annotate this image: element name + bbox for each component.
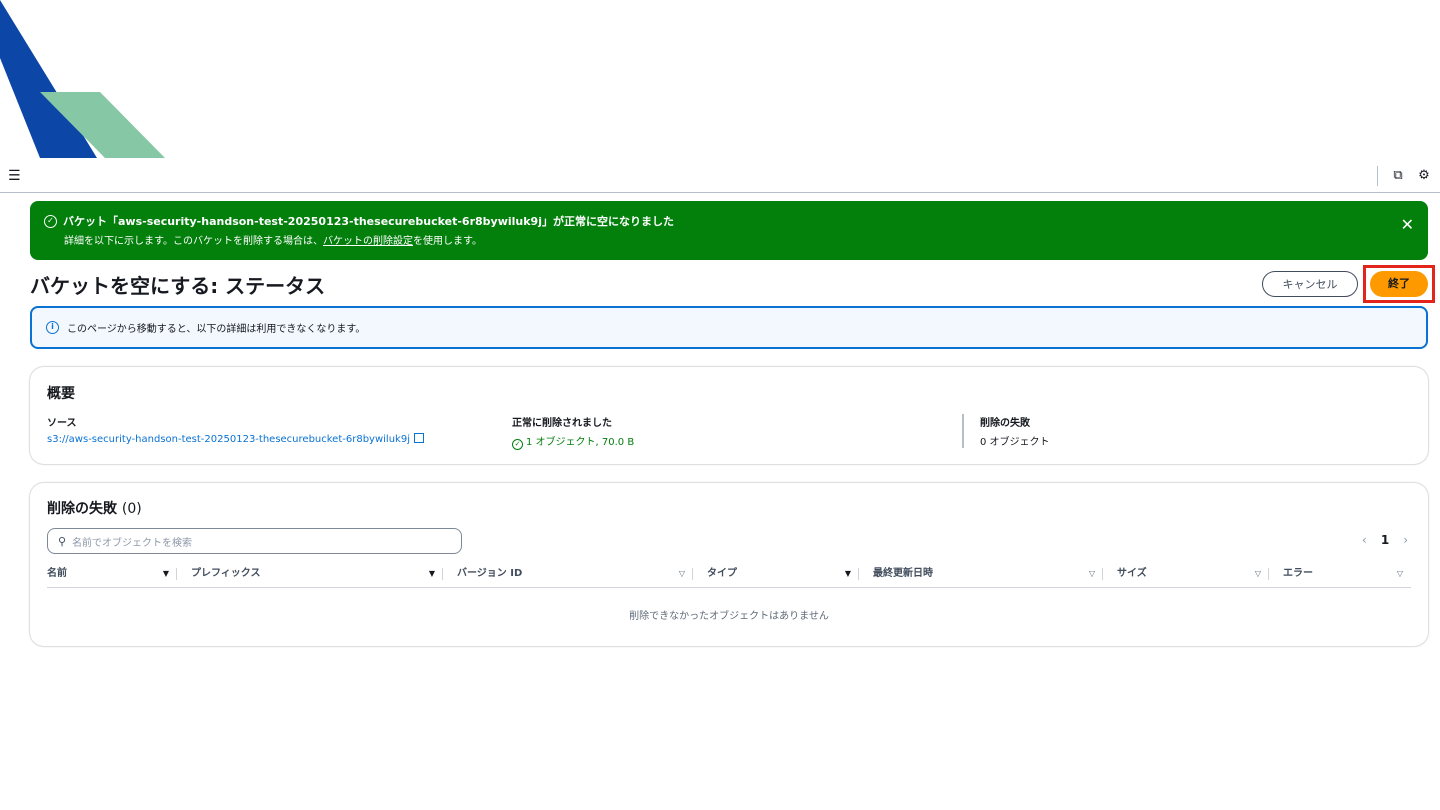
sort-down-icon[interactable]: ▼ — [845, 566, 851, 582]
flash-desc-prefix: 詳細を以下に示します。このバケットを削除する場合は、 — [64, 236, 323, 247]
failed-label: 削除の失敗 — [980, 418, 1030, 429]
column-label: 最終更新日時 — [873, 568, 933, 579]
close-icon[interactable]: ✕ — [1401, 217, 1414, 233]
source-label: ソース — [47, 418, 77, 429]
info-icon: i — [46, 321, 59, 334]
sort-icon[interactable]: ▽ — [1089, 566, 1095, 582]
source-value[interactable]: s3://aws-security-handson-test-20250123-… — [47, 434, 410, 445]
topbar-divider — [1377, 166, 1378, 186]
sort-icon[interactable]: ▽ — [1397, 566, 1403, 582]
brand-logo — [0, 0, 165, 158]
column-label: エラー — [1283, 568, 1313, 579]
top-navigation-bar: ☰ ⧉ ⚙ — [0, 160, 1440, 193]
external-link-icon[interactable] — [413, 433, 424, 443]
table-header: 名前 ▼ プレフィックス ▼ バージョン ID ▽ タイプ ▼ 最終更新日時 ▽ サイズ ▽… — [47, 566, 1411, 588]
success-flash-banner: ✓ バケット「aws-security-handson-test-2025012… — [30, 201, 1428, 260]
sort-down-icon[interactable]: ▼ — [429, 566, 435, 582]
info-banner: i このページから移動すると、以下の詳細は利用できなくなります。 — [30, 306, 1428, 349]
failures-title-text: 削除の失敗 — [47, 501, 117, 517]
source-link[interactable]: s3://aws-security-handson-test-20250123-… — [47, 433, 424, 445]
succeeded-value-row: ✓ 1 オブジェクト, 70.0 B — [512, 433, 634, 450]
settings-icon[interactable]: ⚙ — [1414, 166, 1434, 186]
column-label: タイプ — [707, 568, 737, 579]
done-button[interactable]: 終了 — [1370, 271, 1428, 297]
search-input[interactable]: ⚲ 名前でオブジェクトを検索 — [47, 528, 462, 554]
chevron-right-icon[interactable]: › — [1403, 533, 1408, 547]
succeeded-value: 1 オブジェクト, 70.0 B — [526, 437, 635, 448]
sort-down-icon[interactable]: ▼ — [163, 566, 169, 582]
failed-field: 削除の失敗 0 オブジェクト — [962, 414, 1050, 448]
column-header-error[interactable]: エラー ▽ — [1269, 566, 1411, 588]
cancel-button[interactable]: キャンセル — [1262, 271, 1358, 297]
column-header-type[interactable]: タイプ ▼ — [693, 566, 859, 588]
source-field: ソース s3://aws-security-handson-test-20250… — [47, 414, 424, 445]
flash-desc-suffix: を使用します。 — [413, 236, 482, 247]
hamburger-icon[interactable]: ☰ — [8, 167, 26, 185]
column-label: プレフィックス — [191, 568, 261, 579]
search-icon: ⚲ — [58, 534, 67, 548]
delete-bucket-link[interactable]: バケットの削除設定 — [323, 236, 413, 247]
flash-title: バケット「aws-security-handson-test-20250123-… — [63, 215, 674, 228]
done-button-highlight: 終了 — [1363, 265, 1435, 303]
column-header-name[interactable]: 名前 ▼ — [47, 566, 177, 588]
succeeded-label: 正常に削除されました — [512, 418, 612, 429]
summary-title: 概要 — [47, 386, 75, 402]
empty-table-message: 削除できなかったオブジェクトはありません — [629, 611, 829, 622]
column-header-prefix[interactable]: プレフィックス ▼ — [177, 566, 443, 588]
success-check-icon: ✓ — [512, 439, 523, 450]
sort-icon[interactable]: ▽ — [1255, 566, 1261, 582]
failures-count: (0) — [121, 501, 142, 517]
search-placeholder: 名前でオブジェクトを検索 — [72, 537, 193, 549]
failures-panel: 削除の失敗 (0) ⚲ 名前でオブジェクトを検索 ‹ 1 › 名前 ▼ プレフィッ… — [30, 483, 1428, 646]
failures-title: 削除の失敗 (0) — [47, 498, 142, 518]
page-title: バケットを空にする: ステータス — [30, 274, 326, 298]
column-label: バージョン ID — [457, 568, 523, 579]
chevron-left-icon[interactable]: ‹ — [1362, 533, 1367, 547]
column-header-version-id[interactable]: バージョン ID ▽ — [443, 566, 693, 588]
column-header-size[interactable]: サイズ ▽ — [1103, 566, 1269, 588]
failed-value: 0 オブジェクト — [980, 437, 1050, 448]
info-message: このページから移動すると、以下の詳細は利用できなくなります。 — [67, 324, 366, 335]
pagination: ‹ 1 › — [1362, 533, 1408, 547]
column-header-last-modified[interactable]: 最終更新日時 ▽ — [859, 566, 1103, 588]
success-check-icon: ✓ — [44, 214, 57, 228]
succeeded-field: 正常に削除されました ✓ 1 オブジェクト, 70.0 B — [512, 414, 634, 450]
copy-icon[interactable]: ⧉ — [1388, 166, 1408, 186]
column-label: サイズ — [1117, 568, 1147, 579]
column-label: 名前 — [47, 568, 67, 579]
page-number[interactable]: 1 — [1381, 533, 1389, 547]
sort-icon[interactable]: ▽ — [679, 566, 685, 582]
topbar-tools: ⧉ ⚙ — [1377, 166, 1440, 186]
summary-panel: 概要 ソース s3://aws-security-handson-test-20… — [30, 367, 1428, 464]
